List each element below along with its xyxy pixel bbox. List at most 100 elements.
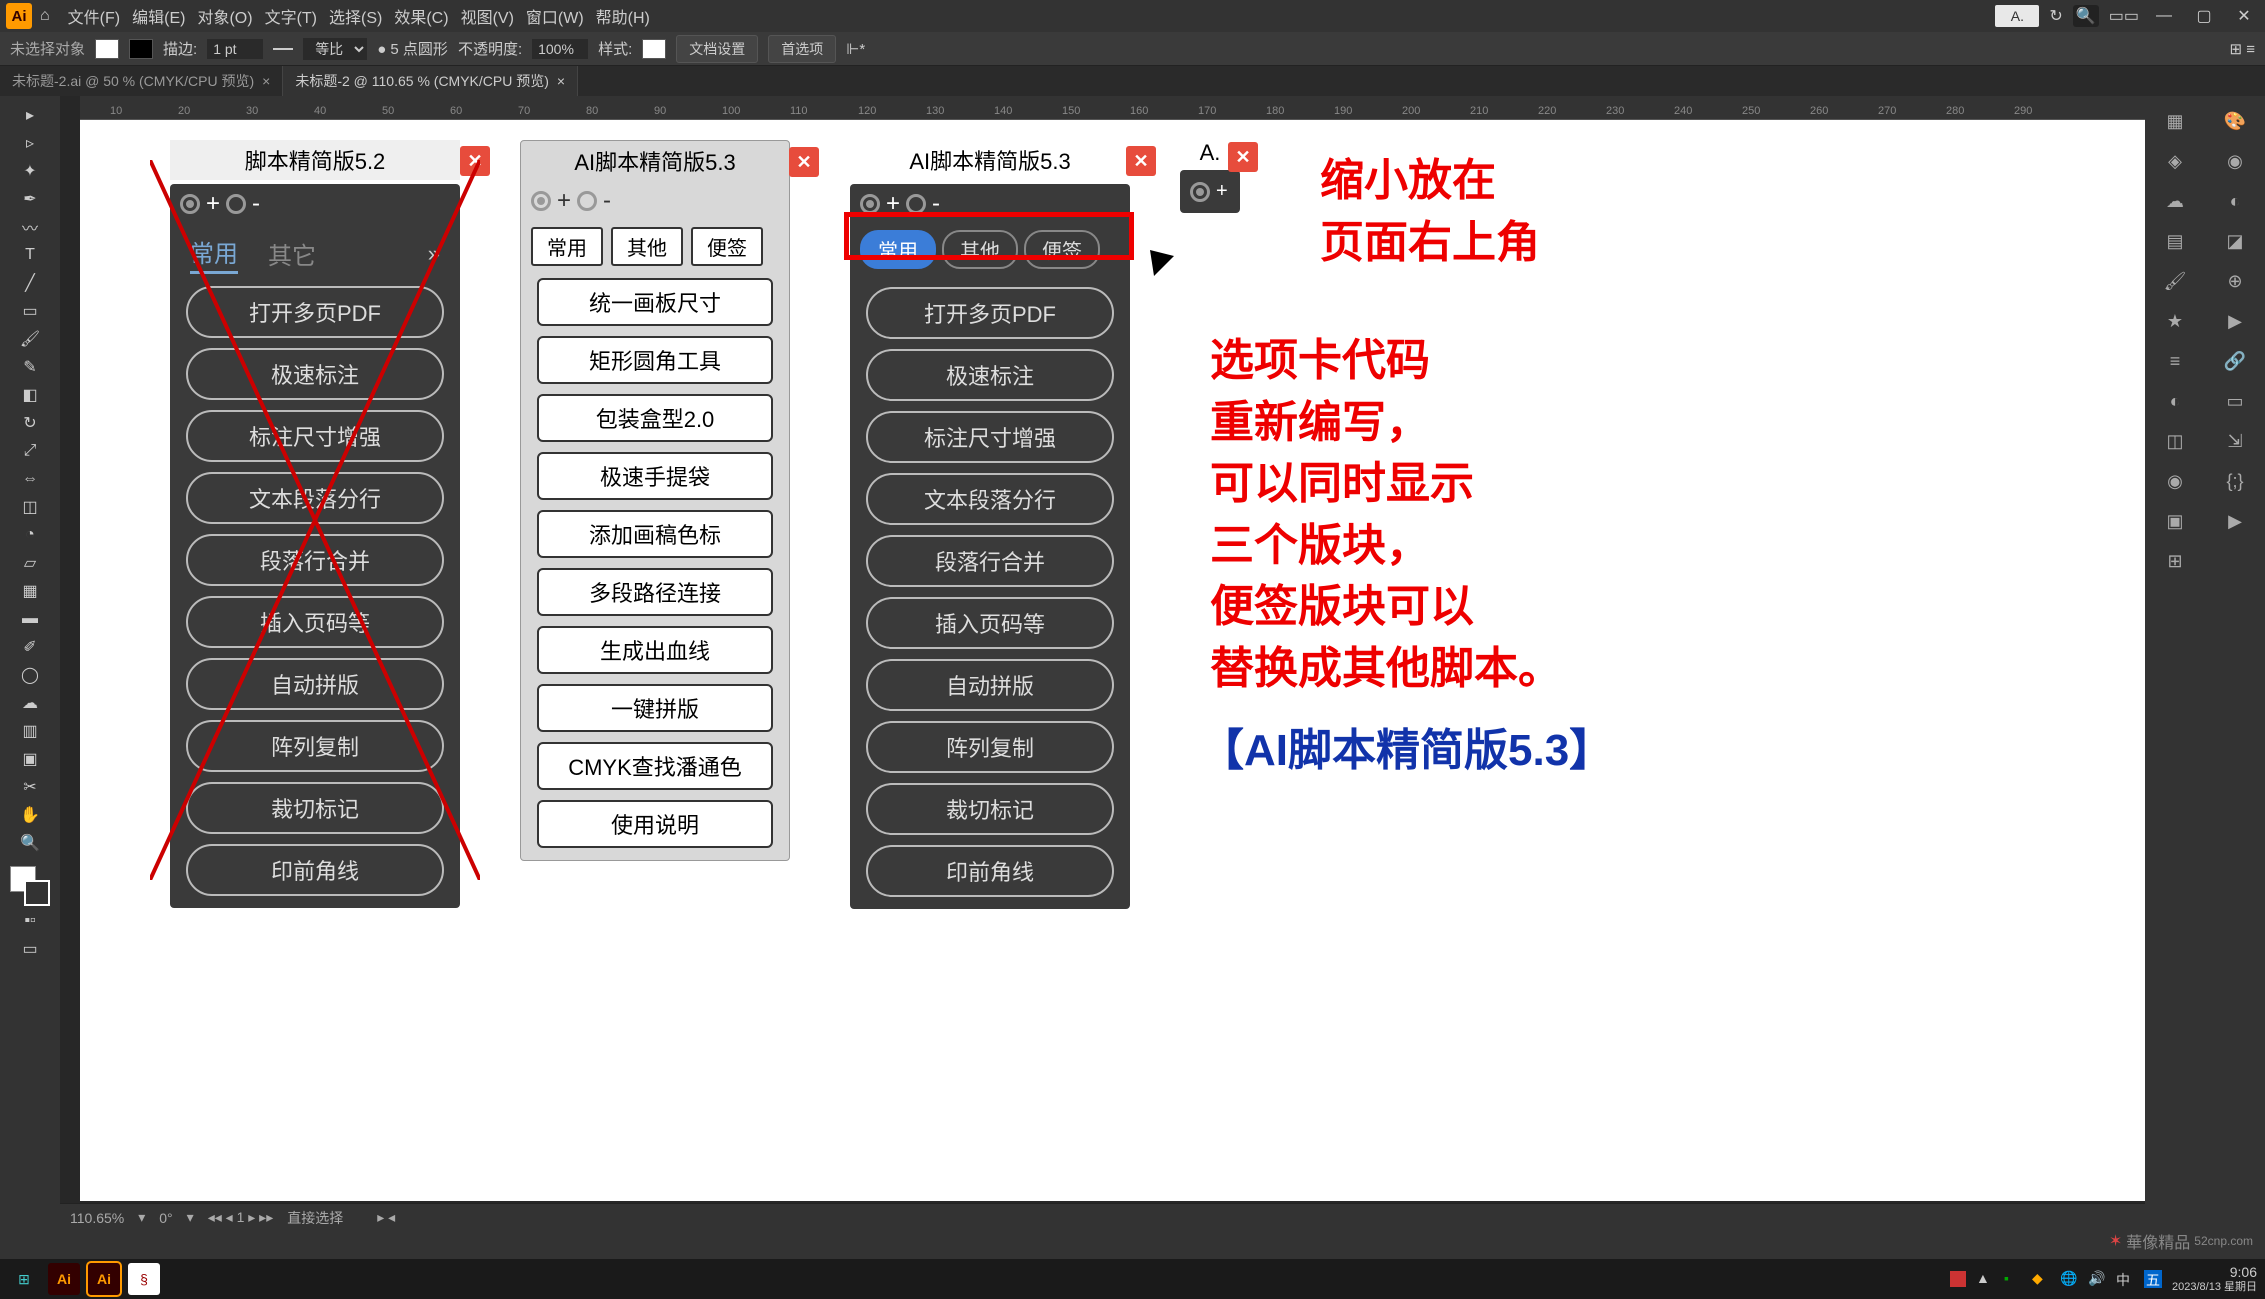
tray-ime2-icon[interactable]: 五 bbox=[2144, 1270, 2162, 1288]
panel52-btn[interactable]: 插入页码等 bbox=[186, 596, 444, 648]
appearance-icon[interactable]: ◉ bbox=[2160, 466, 2190, 496]
panel52-btn[interactable]: 标注尺寸增强 bbox=[186, 410, 444, 462]
panel53dark-btn[interactable]: 阵列复制 bbox=[866, 721, 1114, 773]
panel53dark-btn[interactable]: 裁切标记 bbox=[866, 783, 1114, 835]
opacity-input[interactable] bbox=[532, 39, 588, 59]
color-panel-icon[interactable]: 🎨 bbox=[2220, 106, 2250, 136]
eraser-tool[interactable]: ◧ bbox=[17, 382, 43, 408]
artboard-nav[interactable]: ◂◂ ◂ 1 ▸ ▸▸ bbox=[208, 1209, 274, 1226]
layers-icon[interactable]: ◈ bbox=[2160, 146, 2190, 176]
close-button[interactable]: ✕ bbox=[2229, 5, 2259, 27]
tray-icon[interactable]: ▲ bbox=[1976, 1270, 1994, 1288]
links-icon[interactable]: 🔗 bbox=[2220, 346, 2250, 376]
gradient-tool[interactable]: ▬ bbox=[17, 606, 43, 632]
transform-icon[interactable]: ⊕ bbox=[2220, 266, 2250, 296]
css-panel-icon[interactable]: {;} bbox=[2220, 466, 2250, 496]
panel53dark-btn[interactable]: 自动拼版 bbox=[866, 659, 1114, 711]
fill-stroke-control[interactable] bbox=[10, 866, 50, 906]
panel53light-btn[interactable]: 统一画板尺寸 bbox=[537, 278, 773, 326]
panel52-btn[interactable]: 自动拼版 bbox=[186, 658, 444, 710]
stroke-panel-icon[interactable]: ≡ bbox=[2160, 346, 2190, 376]
panel52-btn[interactable]: 阵列复制 bbox=[186, 720, 444, 772]
curvature-tool[interactable]: 〰 bbox=[17, 214, 43, 240]
color-mode[interactable]: ▪▫ bbox=[17, 908, 43, 934]
document-setup-button[interactable]: 文档设置 bbox=[676, 35, 758, 63]
taskbar-ai-1[interactable]: Ai bbox=[48, 1263, 80, 1295]
taskbar-app-3[interactable]: § bbox=[128, 1263, 160, 1295]
panel53light-btn[interactable]: 矩形圆角工具 bbox=[537, 336, 773, 384]
swatches-icon[interactable]: ▤ bbox=[2160, 226, 2190, 256]
taskbar-date[interactable]: 2023/8/13 星期日 bbox=[2172, 1281, 2257, 1293]
rotation-angle[interactable]: 0° bbox=[159, 1210, 172, 1226]
panel53dark-btn[interactable]: 段落行合并 bbox=[866, 535, 1114, 587]
close-icon[interactable]: × bbox=[557, 73, 565, 89]
graphic-styles-icon[interactable]: ▣ bbox=[2160, 506, 2190, 536]
tray-icon[interactable]: ▪ bbox=[2004, 1270, 2022, 1288]
style-swatch[interactable] bbox=[642, 39, 666, 59]
blend-tool[interactable]: ◯ bbox=[17, 662, 43, 688]
menu-effect[interactable]: 效果(C) bbox=[394, 4, 448, 28]
start-button[interactable]: ⊞ bbox=[8, 1263, 40, 1295]
graph-tool[interactable]: ▥ bbox=[17, 718, 43, 744]
preferences-button[interactable]: 首选项 bbox=[768, 35, 836, 63]
properties-icon[interactable]: ▦ bbox=[2160, 106, 2190, 136]
panel53light-btn[interactable]: CMYK查找潘通色 bbox=[537, 742, 773, 790]
menu-help[interactable]: 帮助(H) bbox=[596, 4, 650, 28]
tray-ime-icon[interactable] bbox=[1950, 1271, 1966, 1287]
play-icon[interactable]: ▶ bbox=[2220, 506, 2250, 536]
brush-preview[interactable]: ● 5 点圆形 bbox=[377, 38, 448, 59]
menu-object[interactable]: 对象(O) bbox=[197, 4, 252, 28]
panel52-btn[interactable]: 打开多页PDF bbox=[186, 286, 444, 338]
panel53light-radio-row[interactable]: + - bbox=[521, 181, 789, 221]
scale-tool[interactable]: ⤢ bbox=[17, 438, 43, 464]
tab-other[interactable]: 其他 bbox=[611, 227, 683, 266]
selection-tool[interactable]: ▸ bbox=[17, 102, 43, 128]
panel53light-btn[interactable]: 包装盒型2.0 bbox=[537, 394, 773, 442]
tab-notes[interactable]: 便签 bbox=[691, 227, 763, 266]
home-icon[interactable]: ⌂ bbox=[40, 7, 50, 25]
panel53dark-close-button[interactable]: ✕ bbox=[1126, 146, 1156, 176]
perspective-tool[interactable]: ▱ bbox=[17, 550, 43, 576]
panel-collapse-icon[interactable]: ⊞ ≡ bbox=[2230, 40, 2256, 58]
eyedropper-tool[interactable]: ✐ bbox=[17, 634, 43, 660]
panel52-tab-other[interactable]: 其它 bbox=[268, 236, 316, 273]
cloud-sync-icon[interactable]: ↻ bbox=[2049, 6, 2062, 26]
align-panel-icon[interactable]: ⊞ bbox=[2160, 546, 2190, 576]
artboard[interactable]: 脚本精简版5.2 ✕ + - 常用 其它 » 打开多页PDF 极速标注 bbox=[80, 120, 2145, 1201]
panel53light-btn[interactable]: 生成出血线 bbox=[537, 626, 773, 674]
maximize-button[interactable]: ▢ bbox=[2189, 5, 2219, 27]
minimize-button[interactable]: — bbox=[2149, 5, 2179, 27]
panel53light-btn[interactable]: 一键拼版 bbox=[537, 684, 773, 732]
panel-mini-radio[interactable]: + bbox=[1190, 180, 1230, 203]
color-guide-icon[interactable]: ◉ bbox=[2220, 146, 2250, 176]
tray-lang-icon[interactable]: 中 bbox=[2116, 1270, 2134, 1288]
align-icon[interactable]: ⊩* bbox=[846, 40, 865, 58]
menu-select[interactable]: 选择(S) bbox=[329, 4, 382, 28]
pathfinder-icon[interactable]: ◪ bbox=[2220, 226, 2250, 256]
transparency-icon[interactable]: ◫ bbox=[2160, 426, 2190, 456]
panel53dark-btn[interactable]: 插入页码等 bbox=[866, 597, 1114, 649]
search-icon[interactable]: 🔍 bbox=[2073, 5, 2099, 27]
line-tool[interactable]: ╱ bbox=[17, 270, 43, 296]
tray-network-icon[interactable]: 🌐 bbox=[2060, 1270, 2078, 1288]
zoom-tool[interactable]: 🔍 bbox=[17, 830, 43, 856]
free-transform-tool[interactable]: ◫ bbox=[17, 494, 43, 520]
panel53light-btn[interactable]: 极速手提袋 bbox=[537, 452, 773, 500]
symbol-tool[interactable]: ☁ bbox=[17, 690, 43, 716]
rotate-tool[interactable]: ↻ bbox=[17, 410, 43, 436]
color-themes-icon[interactable]: ◐ bbox=[2220, 186, 2250, 216]
taskbar-time[interactable]: 9:06 bbox=[2172, 1265, 2257, 1280]
hand-tool[interactable]: ✋ bbox=[17, 802, 43, 828]
asset-export-icon[interactable]: ⇲ bbox=[2220, 426, 2250, 456]
width-tool[interactable]: ⇔ bbox=[17, 466, 43, 492]
menu-file[interactable]: 文件(F) bbox=[68, 4, 120, 28]
stroke-profile-select[interactable]: 等比 bbox=[303, 38, 367, 60]
artboards-panel-icon[interactable]: ▭ bbox=[2220, 386, 2250, 416]
panel53dark-btn[interactable]: 标注尺寸增强 bbox=[866, 411, 1114, 463]
symbols-icon[interactable]: ★ bbox=[2160, 306, 2190, 336]
chevron-right-icon[interactable]: » bbox=[428, 241, 440, 267]
panel52-btn[interactable]: 印前角线 bbox=[186, 844, 444, 896]
panel53light-close-button[interactable]: ✕ bbox=[789, 147, 819, 177]
doc-tab-1[interactable]: 未标题-2.ai @ 50 % (CMYK/CPU 预览)× bbox=[0, 66, 283, 96]
libraries-icon[interactable]: ☁ bbox=[2160, 186, 2190, 216]
